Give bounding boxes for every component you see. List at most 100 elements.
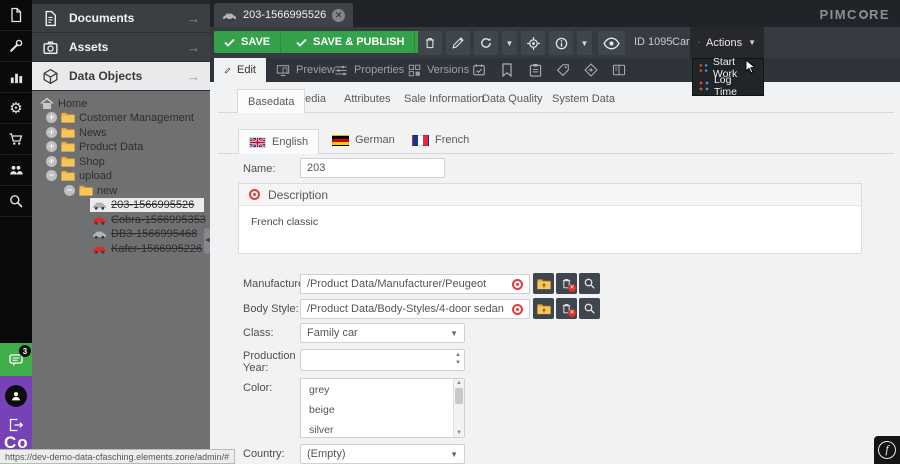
tree-item-new[interactable]: − new <box>32 183 210 198</box>
description-editor[interactable]: French classic <box>239 206 861 238</box>
preview-visibility-button[interactable] <box>598 31 625 55</box>
rail-documents-button[interactable] <box>0 0 32 31</box>
save-publish-button[interactable]: SAVE & PUBLISH ▼ <box>286 31 435 53</box>
body-style-input[interactable]: /Product Data/Body-Styles/4-door sedan <box>300 299 530 319</box>
info-options-caret[interactable]: ▼ <box>577 31 592 55</box>
spin-up-icon[interactable]: ▲ <box>455 352 461 358</box>
rename-button[interactable] <box>446 31 470 55</box>
tree-item-upload[interactable]: − upload <box>32 168 210 183</box>
expand-plus-icon[interactable]: + <box>46 141 57 152</box>
color-option-grey[interactable]: grey <box>309 384 329 396</box>
collapse-minus-icon[interactable]: − <box>64 185 75 196</box>
rail-settings-button[interactable]: ⚙ <box>0 93 32 124</box>
scrollbar-thumb[interactable] <box>455 388 463 404</box>
gear-icon: ⚙ <box>9 101 22 116</box>
scroll-up-icon[interactable]: ▲ <box>456 380 462 386</box>
rail-ecommerce-button[interactable] <box>0 124 32 155</box>
workflow-diamond-icon <box>584 63 598 77</box>
spinner-arrows[interactable]: ▲▼ <box>455 352 461 366</box>
folder-icon <box>79 185 93 196</box>
rail-users-button[interactable] <box>0 155 32 186</box>
car-grey-icon <box>92 228 107 239</box>
close-icon[interactable]: ✕ <box>332 9 345 22</box>
scrollbar[interactable]: ▲ ▼ <box>453 379 464 437</box>
sliders-icon <box>334 64 348 77</box>
tab-basedata[interactable]: Basedata <box>237 89 305 113</box>
rail-tools-button[interactable] <box>0 31 32 62</box>
car-grey-icon <box>92 199 107 210</box>
tab-language-english[interactable]: English <box>238 129 319 154</box>
tree-item-news[interactable]: + News <box>32 125 210 140</box>
sidebar-panel-documents[interactable]: Documents → <box>32 4 210 33</box>
sidebar-panel-label: Documents <box>69 11 177 25</box>
uk-flag-icon <box>249 137 266 148</box>
tree-item-203[interactable]: 203-1566995526 <box>32 197 210 212</box>
spin-down-icon[interactable]: ▼ <box>455 360 461 366</box>
body-style-search-button[interactable] <box>579 298 600 319</box>
reload-button[interactable] <box>474 31 498 55</box>
tree-item-cobra[interactable]: Cobra-1566995353 <box>32 212 210 227</box>
body-style-open-button[interactable] <box>533 298 554 319</box>
manufacturer-clear-button[interactable]: ✕ <box>556 273 577 294</box>
tab-language-french[interactable]: French <box>412 134 469 146</box>
tree-item-home[interactable]: Home <box>32 96 210 111</box>
expand-plus-icon[interactable]: + <box>46 127 57 138</box>
production-year-spinner[interactable]: ▲▼ <box>300 349 465 371</box>
locate-icon <box>526 36 541 51</box>
sidebar-panel-data-objects[interactable]: Data Objects → <box>32 62 210 91</box>
rail-notifications-button[interactable]: 3 <box>0 343 32 376</box>
tab-language-german[interactable]: German <box>332 134 395 146</box>
tab-attributes[interactable]: Attributes <box>344 93 390 105</box>
object-tab-203[interactable]: 203-1566995526 ✕ <box>214 3 353 27</box>
avatar[interactable] <box>5 385 27 407</box>
search-icon <box>583 277 596 290</box>
tab-tags[interactable] <box>549 58 577 82</box>
country-select[interactable]: (Empty) ▼ <box>300 444 465 464</box>
tab-notes-events[interactable] <box>521 58 549 82</box>
tab-workflow[interactable] <box>577 58 605 82</box>
tag-icon <box>556 63 570 77</box>
expand-plus-icon[interactable]: + <box>46 112 57 123</box>
reload-options-caret[interactable]: ▼ <box>502 31 517 55</box>
tab-schedule[interactable] <box>465 58 493 82</box>
class-select[interactable]: Family car ▼ <box>300 323 465 343</box>
rail-reports-button[interactable] <box>0 62 32 93</box>
rail-search-button[interactable] <box>0 186 32 217</box>
tree-item-product-data[interactable]: + Product Data <box>32 139 210 154</box>
tab-system-data[interactable]: System Data <box>552 93 615 105</box>
tree-item-shop[interactable]: + Shop <box>32 154 210 169</box>
tab-title: 203-1566995526 <box>243 9 326 21</box>
language-tabs-divider <box>218 153 894 154</box>
color-option-silver[interactable]: silver <box>309 424 334 436</box>
tab-bookmark[interactable] <box>493 58 521 82</box>
manufacturer-input[interactable]: /Product Data/Manufacturer/Peugeot <box>300 274 530 294</box>
menu-item-log-time[interactable]: Log Time <box>693 77 763 95</box>
tab-sale-information[interactable]: Sale Information <box>404 93 484 105</box>
delete-button[interactable] <box>418 31 442 55</box>
expand-plus-icon[interactable]: + <box>46 156 57 167</box>
tab-layout[interactable] <box>605 58 633 82</box>
tree-item-kafer[interactable]: Kafer-1566995226 <box>32 241 210 256</box>
locate-in-tree-button[interactable] <box>521 31 545 55</box>
chevron-down-icon: ▼ <box>450 329 458 338</box>
body-style-clear-button[interactable]: ✕ <box>556 298 577 319</box>
color-option-beige[interactable]: beige <box>309 404 335 416</box>
tab-data-quality[interactable]: Data Quality <box>482 93 543 105</box>
manufacturer-search-button[interactable] <box>579 273 600 294</box>
name-input[interactable]: 203 <box>300 158 445 178</box>
chevron-down-icon: ▼ <box>748 38 756 47</box>
scroll-down-icon[interactable]: ▼ <box>456 430 462 436</box>
tab-edit[interactable]: Edit <box>214 58 266 82</box>
tree-item-db3[interactable]: DB3-1566995468 <box>32 226 210 241</box>
cart-icon <box>8 131 24 147</box>
color-multiselect[interactable]: grey beige silver ▲ ▼ <box>300 378 465 438</box>
workflow-transition-icon <box>699 63 708 73</box>
corner-logo-badge[interactable]: f <box>874 436 900 464</box>
actions-dropdown-button[interactable]: Actions ▼ <box>690 27 764 58</box>
info-button[interactable] <box>549 31 573 55</box>
sidebar-panel-assets[interactable]: Assets → <box>32 33 210 62</box>
main-nav-rail: ⚙ 3 Co <box>0 0 32 464</box>
collapse-minus-icon[interactable]: − <box>46 170 57 181</box>
tree-item-customer-management[interactable]: + Customer Management <box>32 110 210 125</box>
manufacturer-open-button[interactable] <box>533 273 554 294</box>
